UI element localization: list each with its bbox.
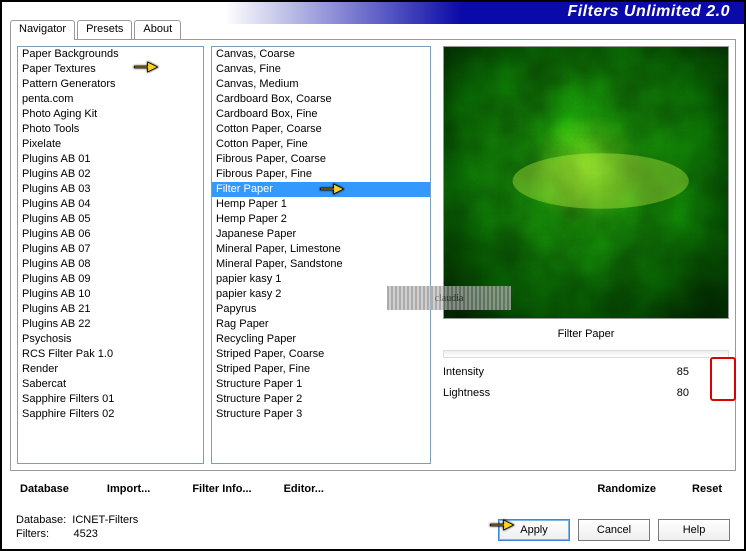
import-button[interactable]: Import...: [105, 479, 152, 499]
filter-list[interactable]: Canvas, CoarseCanvas, FineCanvas, Medium…: [211, 46, 431, 464]
list-item[interactable]: Rag Paper: [212, 317, 430, 332]
list-item[interactable]: Hemp Paper 1: [212, 197, 430, 212]
status-filters-value: 4523: [73, 528, 97, 540]
list-item[interactable]: Cardboard Box, Coarse: [212, 92, 430, 107]
slider-lightness[interactable]: Lightness 80: [443, 382, 729, 403]
list-item[interactable]: Plugins AB 09: [18, 272, 203, 287]
list-item[interactable]: Plugins AB 05: [18, 212, 203, 227]
list-item[interactable]: RCS Filter Pak 1.0: [18, 347, 203, 362]
list-item[interactable]: Plugins AB 04: [18, 197, 203, 212]
status-area: Database: ICNET-Filters Filters: 4523: [16, 513, 138, 541]
list-item[interactable]: Plugins AB 08: [18, 257, 203, 272]
footer-buttons: Database Import... Filter Info... Editor…: [18, 479, 728, 499]
list-item[interactable]: papier kasy 1: [212, 272, 430, 287]
list-item[interactable]: Photo Tools: [18, 122, 203, 137]
list-item[interactable]: Fibrous Paper, Coarse: [212, 152, 430, 167]
navigator-panel: Paper BackgroundsPaper TexturesPattern G…: [10, 39, 736, 471]
list-item[interactable]: Fibrous Paper, Fine: [212, 167, 430, 182]
slider-intensity[interactable]: Intensity 85: [443, 361, 729, 382]
tab-navigator[interactable]: Navigator: [10, 20, 75, 40]
list-item[interactable]: Sabercat: [18, 377, 203, 392]
list-item[interactable]: Structure Paper 3: [212, 407, 430, 422]
list-item[interactable]: Plugins AB 06: [18, 227, 203, 242]
list-item[interactable]: Paper Backgrounds: [18, 47, 203, 62]
list-item[interactable]: Render: [18, 362, 203, 377]
tab-presets[interactable]: Presets: [77, 20, 132, 40]
slider-label: Intensity: [443, 366, 663, 378]
help-button[interactable]: Help: [658, 519, 730, 541]
filter-info-button[interactable]: Filter Info...: [190, 479, 253, 499]
list-item[interactable]: penta.com: [18, 92, 203, 107]
status-filters-label: Filters:: [16, 528, 49, 540]
list-item[interactable]: Mineral Paper, Sandstone: [212, 257, 430, 272]
status-db-value: ICNET-Filters: [72, 514, 138, 526]
list-item[interactable]: Mineral Paper, Limestone: [212, 242, 430, 257]
list-item[interactable]: Plugins AB 02: [18, 167, 203, 182]
watermark: claudia: [387, 286, 511, 310]
list-item[interactable]: Plugins AB 07: [18, 242, 203, 257]
list-item[interactable]: Paper Textures: [18, 62, 203, 77]
list-item[interactable]: Pattern Generators: [18, 77, 203, 92]
list-item[interactable]: Hemp Paper 2: [212, 212, 430, 227]
list-item[interactable]: Japanese Paper: [212, 227, 430, 242]
randomize-button[interactable]: Randomize: [595, 479, 658, 499]
highlight-box: [710, 357, 736, 401]
list-item[interactable]: Cotton Paper, Fine: [212, 137, 430, 152]
list-item[interactable]: Structure Paper 1: [212, 377, 430, 392]
list-item[interactable]: Striped Paper, Coarse: [212, 347, 430, 362]
list-item[interactable]: Canvas, Fine: [212, 62, 430, 77]
list-item[interactable]: Psychosis: [18, 332, 203, 347]
preview-image: [443, 46, 729, 319]
title-slider-track[interactable]: [443, 350, 729, 358]
action-buttons: Apply Cancel Help: [498, 519, 730, 541]
list-item[interactable]: Structure Paper 2: [212, 392, 430, 407]
slider-label: Lightness: [443, 387, 663, 399]
list-item[interactable]: Cardboard Box, Fine: [212, 107, 430, 122]
list-item[interactable]: Canvas, Coarse: [212, 47, 430, 62]
slider-value: 80: [663, 387, 693, 399]
category-list[interactable]: Paper BackgroundsPaper TexturesPattern G…: [17, 46, 204, 464]
list-item[interactable]: Plugins AB 22: [18, 317, 203, 332]
list-item[interactable]: Plugins AB 10: [18, 287, 203, 302]
list-item[interactable]: Sapphire Filters 01: [18, 392, 203, 407]
reset-button[interactable]: Reset: [690, 479, 724, 499]
list-item[interactable]: Pixelate: [18, 137, 203, 152]
apply-button[interactable]: Apply: [498, 519, 570, 541]
tab-about[interactable]: About: [134, 20, 181, 40]
list-item[interactable]: Filter Paper: [212, 182, 430, 197]
list-item[interactable]: Canvas, Medium: [212, 77, 430, 92]
slider-value: 85: [663, 366, 693, 378]
cancel-button[interactable]: Cancel: [578, 519, 650, 541]
preview-title: Filter Paper: [443, 325, 729, 343]
list-item[interactable]: Plugins AB 03: [18, 182, 203, 197]
list-item[interactable]: Plugins AB 01: [18, 152, 203, 167]
app-title: Filters Unlimited 2.0: [567, 3, 730, 21]
list-item[interactable]: Sapphire Filters 02: [18, 407, 203, 422]
database-button[interactable]: Database: [18, 479, 71, 499]
list-item[interactable]: Cotton Paper, Coarse: [212, 122, 430, 137]
list-item[interactable]: Recycling Paper: [212, 332, 430, 347]
tab-bar: Navigator Presets About: [10, 20, 183, 40]
list-item[interactable]: Striped Paper, Fine: [212, 362, 430, 377]
list-item[interactable]: Photo Aging Kit: [18, 107, 203, 122]
slider-area: Intensity 85 Lightness 80: [443, 361, 729, 403]
status-db-label: Database:: [16, 514, 66, 526]
list-item[interactable]: Plugins AB 21: [18, 302, 203, 317]
editor-button[interactable]: Editor...: [282, 479, 326, 499]
